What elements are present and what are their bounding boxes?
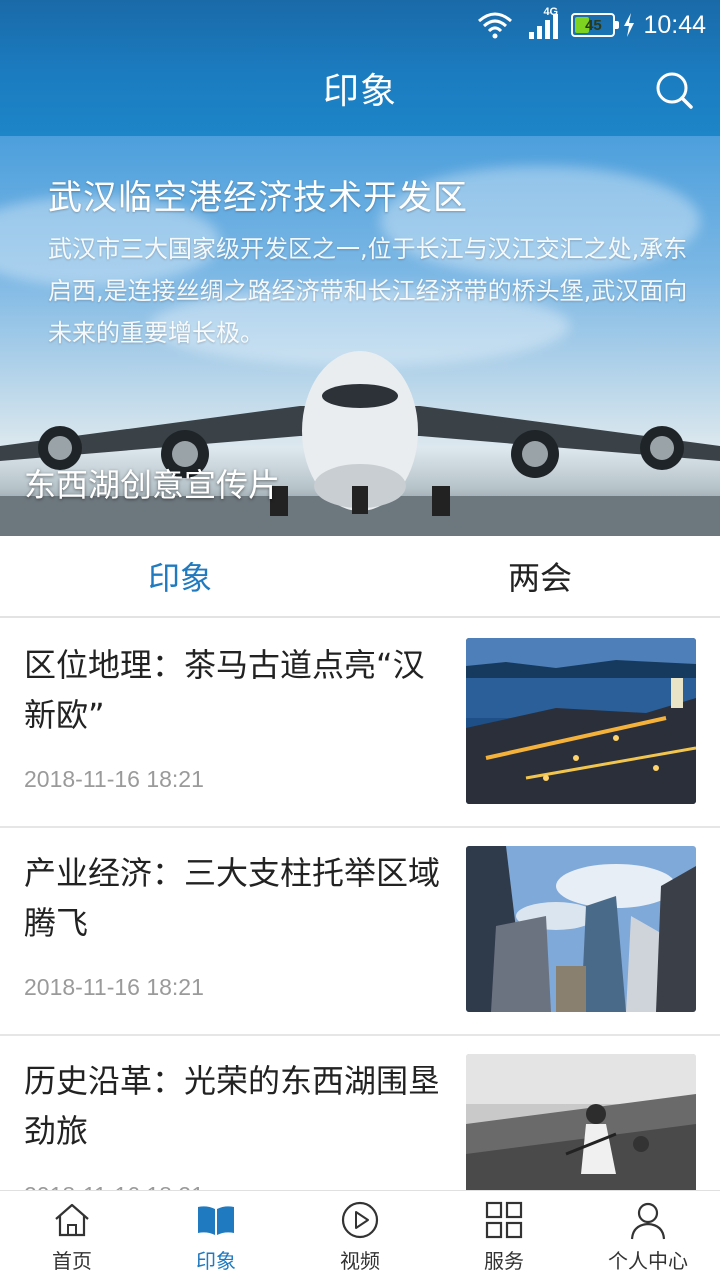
bottom-navigation: 首页 印象 视频 服务 个人中心 bbox=[0, 1190, 720, 1280]
nav-profile[interactable]: 个人中心 bbox=[576, 1191, 720, 1280]
airplane-image bbox=[0, 351, 720, 536]
grid-icon bbox=[485, 1201, 523, 1239]
article-date: 2018-11-16 18:21 bbox=[24, 974, 204, 1000]
article-title: 历史沿革：光荣的东西湖围垦劲旅 bbox=[24, 1062, 441, 1150]
top-bar: 4G 45 10:44 印象 bbox=[0, 0, 720, 136]
home-icon bbox=[55, 1203, 89, 1237]
article-list: 区位地理：茶马古道点亮“汉新欧” 2018-11-16 18:21 产业经济：三… bbox=[0, 620, 720, 1190]
status-indicators: 4G 45 10:44 bbox=[477, 6, 706, 42]
nav-label: 服务 bbox=[484, 1249, 524, 1273]
nav-label: 首页 bbox=[52, 1249, 92, 1273]
nav-services[interactable]: 服务 bbox=[432, 1191, 576, 1280]
tab-impression[interactable]: 印象 bbox=[0, 536, 360, 616]
battery-indicator: 45 bbox=[571, 13, 620, 37]
banner-title: 武汉临空港经济技术开发区 bbox=[48, 178, 468, 218]
book-icon bbox=[198, 1206, 234, 1235]
banner-caption: 东西湖创意宣传片 bbox=[24, 466, 281, 504]
charging-icon bbox=[624, 13, 635, 37]
article-thumbnail bbox=[466, 638, 696, 804]
article-title: 区位地理：茶马古道点亮“汉新欧” bbox=[24, 646, 425, 734]
nav-label: 视频 bbox=[340, 1249, 380, 1273]
wifi-icon bbox=[478, 12, 513, 39]
page-title: 印象 bbox=[322, 71, 397, 112]
nav-home[interactable]: 首页 bbox=[0, 1191, 144, 1280]
list-item[interactable]: 历史沿革：光荣的东西湖围垦劲旅 2018-11-16 18:21 bbox=[0, 1036, 720, 1190]
hero-banner[interactable]: 武汉临空港经济技术开发区 武汉市三大国家级开发区之一,位于长江与汉江交汇之处,承… bbox=[0, 136, 720, 536]
user-icon bbox=[630, 1202, 666, 1240]
status-time: 10:44 bbox=[643, 10, 706, 39]
article-title: 产业经济：三大支柱托举区域腾飞 bbox=[24, 854, 441, 942]
nav-label: 个人中心 bbox=[608, 1249, 688, 1273]
signal-icon bbox=[529, 14, 559, 39]
article-date: 2018-11-16 18:21 bbox=[24, 766, 204, 792]
banner-description: 武汉市三大国家级开发区之一,位于长江与汉江交汇之处,承东启西,是连接丝绸之路经济… bbox=[48, 235, 688, 347]
list-item[interactable]: 产业经济：三大支柱托举区域腾飞 2018-11-16 18:21 bbox=[0, 828, 720, 1036]
category-tabs: 印象 两会 bbox=[0, 536, 720, 618]
list-item[interactable]: 区位地理：茶马古道点亮“汉新欧” 2018-11-16 18:21 bbox=[0, 620, 720, 828]
cellular-signal: 4G bbox=[521, 6, 563, 40]
article-thumbnail bbox=[466, 846, 696, 1012]
search-icon[interactable] bbox=[654, 70, 694, 110]
article-thumbnail bbox=[466, 1054, 696, 1190]
battery-cap bbox=[615, 21, 620, 29]
article-date: 2018-11-16 18:21 bbox=[24, 1182, 204, 1190]
nav-impression[interactable]: 印象 bbox=[144, 1191, 288, 1280]
battery-percent: 45 bbox=[585, 16, 602, 34]
tab-two-sessions[interactable]: 两会 bbox=[360, 536, 720, 616]
nav-video[interactable]: 视频 bbox=[288, 1191, 432, 1280]
nav-label: 印象 bbox=[196, 1249, 236, 1273]
status-bar: 4G 45 10:44 bbox=[0, 0, 720, 50]
play-icon bbox=[341, 1201, 379, 1239]
